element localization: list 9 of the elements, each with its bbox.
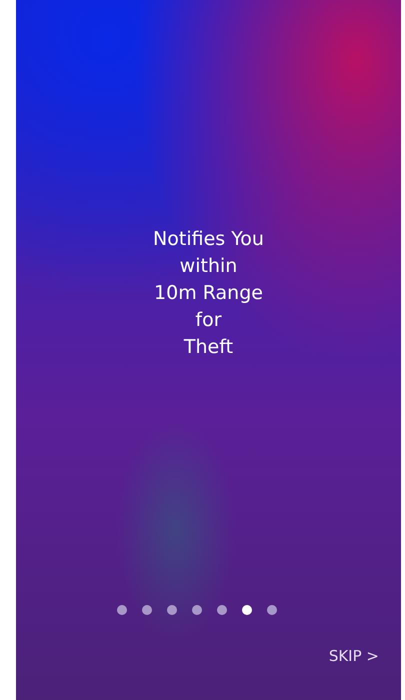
page-dot[interactable] (242, 605, 252, 615)
page-dot[interactable] (266, 605, 276, 615)
slide-title: Notifies You within 10m Range for Theft (153, 227, 264, 360)
page-dot[interactable] (192, 605, 202, 615)
skip-button[interactable]: SKIP > (324, 645, 383, 667)
page-dot[interactable] (166, 605, 176, 615)
page-dot[interactable] (142, 605, 152, 615)
page-dot[interactable] (216, 605, 226, 615)
page-dot[interactable] (116, 605, 126, 615)
